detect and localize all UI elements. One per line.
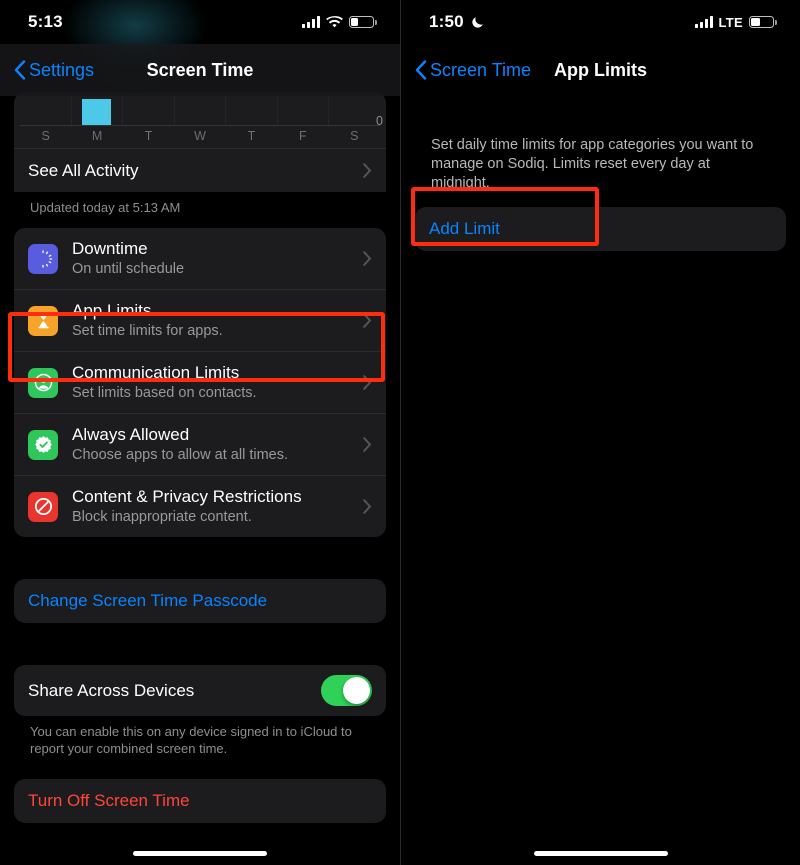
row-subtitle: Set time limits for apps. [72, 323, 223, 339]
add-limit-row[interactable]: Add Limit [415, 207, 786, 251]
chart-column [328, 92, 380, 125]
chart-column [70, 92, 123, 125]
chart-column [173, 92, 226, 125]
hourglass-icon [28, 305, 58, 336]
home-indicator [133, 851, 267, 856]
status-bar: 1:50 LTE [401, 0, 800, 44]
status-indicators [302, 15, 377, 29]
chevron-right-icon [363, 499, 371, 514]
row-title: Communication Limits [72, 363, 240, 382]
see-all-activity-label: See All Activity [28, 160, 139, 180]
cellular-bars-icon [694, 16, 713, 28]
chevron-right-icon [363, 437, 371, 452]
row-texts: Always Allowed Choose apps to allow at a… [72, 424, 363, 465]
chevron-left-icon [14, 60, 26, 80]
home-indicator [533, 851, 668, 856]
chevron-right-icon [363, 163, 371, 178]
row-title: Downtime [72, 239, 148, 258]
prohibited-icon [28, 491, 58, 522]
share-across-devices-toggle[interactable] [321, 675, 372, 706]
sidebar-item-content-privacy[interactable]: Content & Privacy Restrictions Block ina… [14, 475, 386, 537]
back-button[interactable]: Settings [14, 60, 94, 81]
chart-bar [82, 99, 112, 125]
change-passcode-row[interactable]: Change Screen Time Passcode [14, 579, 386, 623]
turn-off-screen-time-label: Turn Off Screen Time [28, 791, 190, 810]
battery-icon [749, 16, 777, 28]
row-texts: Downtime On until schedule [72, 238, 363, 279]
cellular-bars-icon [302, 16, 320, 28]
chart-column [122, 92, 174, 125]
chart-plot [20, 92, 380, 126]
status-time: 5:13 [28, 12, 63, 31]
chart-day-label: M [91, 129, 103, 143]
chart-day-label: S [350, 129, 359, 143]
chart-day-label: T [247, 129, 256, 143]
sidebar-item-app-limits[interactable]: App Limits Set time limits for apps. [14, 289, 386, 351]
carrier-label: LTE [718, 14, 743, 30]
status-bar: 5:13 [0, 0, 400, 44]
add-limit-card[interactable]: Add Limit [415, 207, 786, 251]
checkmark-seal-icon [28, 429, 58, 460]
chart-column [20, 92, 71, 125]
screen-time-settings-list: Downtime On until schedule App Limits Se… [14, 228, 386, 537]
chart-axis-max-label: 0 [376, 114, 383, 128]
battery-icon [349, 16, 377, 28]
person-circle-icon [28, 367, 58, 398]
row-subtitle: Choose apps to allow at all times. [72, 447, 288, 463]
sidebar-item-always-allowed[interactable]: Always Allowed Choose apps to allow at a… [14, 413, 386, 475]
updated-note: Updated today at 5:13 AM [30, 200, 181, 215]
back-button-label: Settings [29, 59, 95, 80]
screenshot-root: 5:13 Settings Screen Time S M T W T F S … [0, 0, 800, 865]
chart-day-label: T [144, 129, 153, 143]
chart-day-label: F [299, 129, 307, 143]
weekly-activity-chart: S M T W T F S 0 [14, 92, 386, 148]
chevron-right-icon [363, 251, 371, 266]
share-across-devices-row[interactable]: Share Across Devices [14, 665, 386, 716]
sidebar-item-downtime[interactable]: Downtime On until schedule [14, 228, 386, 289]
add-limit-label: Add Limit [429, 219, 500, 238]
nav-bar: Settings Screen Time [0, 44, 400, 96]
app-limits-description: Set daily time limits for app categories… [431, 137, 754, 191]
turn-off-screen-time-card[interactable]: Turn Off Screen Time [14, 779, 386, 823]
chart-day-labels: S M T W T F S [20, 126, 380, 148]
left-content: S M T W T F S 0 See All Activity Updated… [0, 92, 400, 823]
chart-day-label: S [41, 129, 50, 143]
share-across-devices-label: Share Across Devices [28, 680, 195, 700]
right-content: Set daily time limits for app categories… [401, 96, 800, 251]
left-phone-screen: 5:13 Settings Screen Time S M T W T F S … [0, 0, 400, 865]
change-passcode-card[interactable]: Change Screen Time Passcode [14, 579, 386, 623]
row-subtitle: On until schedule [72, 261, 185, 277]
row-texts: Communication Limits Set limits based on… [72, 362, 363, 403]
row-title: Content & Privacy Restrictions [72, 487, 302, 506]
activity-chart-card[interactable]: S M T W T F S 0 See All Activity [14, 92, 386, 192]
status-time-group: 1:50 [429, 12, 485, 32]
row-title: Always Allowed [72, 425, 190, 444]
back-button-label: Screen Time [430, 59, 532, 80]
back-button[interactable]: Screen Time [415, 60, 531, 81]
chevron-right-icon [363, 375, 371, 390]
status-time: 1:50 [429, 12, 464, 31]
chevron-left-icon [415, 60, 427, 80]
chart-column [276, 92, 329, 125]
change-passcode-label: Change Screen Time Passcode [28, 591, 268, 610]
turn-off-screen-time-row[interactable]: Turn Off Screen Time [14, 779, 386, 823]
row-title: App Limits [72, 301, 152, 320]
row-subtitle: Set limits based on contacts. [72, 385, 257, 401]
nav-bar: Screen Time App Limits [401, 44, 800, 96]
row-texts: Content & Privacy Restrictions Block ina… [72, 486, 363, 527]
share-across-devices-card: Share Across Devices [14, 665, 386, 716]
row-subtitle: Block inappropriate content. [72, 509, 252, 525]
chart-column [225, 92, 277, 125]
downtime-icon [28, 243, 58, 274]
sidebar-item-communication-limits[interactable]: Communication Limits Set limits based on… [14, 351, 386, 413]
row-texts: App Limits Set time limits for apps. [72, 300, 363, 341]
chevron-right-icon [363, 313, 371, 328]
right-phone-screen: 1:50 LTE Screen Time App Limits Set dail… [400, 0, 800, 865]
see-all-activity-row[interactable]: See All Activity [14, 148, 386, 192]
status-indicators: LTE [694, 14, 777, 30]
wifi-icon [326, 15, 343, 27]
moon-icon [472, 17, 483, 28]
chart-day-label: W [194, 129, 206, 143]
share-across-devices-footnote: You can enable this on any device signed… [30, 724, 352, 756]
